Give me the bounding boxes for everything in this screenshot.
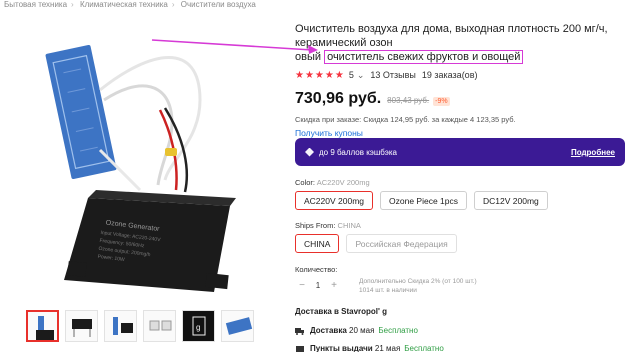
color-label-text: Color: xyxy=(295,178,316,187)
cashback-diamond-icon xyxy=(305,147,314,157)
delivery-date: 20 мая xyxy=(349,326,375,335)
breadcrumb-separator: › xyxy=(171,0,175,9)
delivery-label: Доставка xyxy=(310,326,347,335)
color-option[interactable]: AC220V 200mg xyxy=(295,191,374,210)
reviews-link[interactable]: 13 Отзывы xyxy=(370,70,415,80)
old-price: 803,43 руб. xyxy=(387,96,430,105)
breadcrumb-item[interactable]: Бытовая техника xyxy=(4,0,67,9)
chevron-down-icon[interactable]: ⌄ xyxy=(357,70,365,81)
thumbnail[interactable] xyxy=(143,310,176,342)
delivery-line: Доставка 20 мая Бесплатно xyxy=(295,326,418,335)
discount-badge: -9% xyxy=(433,97,450,106)
rating-row: ★★★★★ 5 ⌄ 13 Отзывы 19 заказа(ов) xyxy=(295,69,635,81)
cashback-text: до 9 баллов кэшбэка xyxy=(319,147,397,157)
quantity-minus-button[interactable]: − xyxy=(295,280,309,291)
pickup-label: Пункты выдачи xyxy=(310,344,373,352)
rating-stars: ★★★★★ xyxy=(295,69,345,81)
thumbnail[interactable]: g xyxy=(182,310,215,342)
color-option[interactable]: DC12V 200mg xyxy=(474,191,548,210)
pickup-date: 21 мая xyxy=(374,344,401,352)
orders-count: 19 заказа(ов) xyxy=(421,70,478,80)
quantity-label: Количество: xyxy=(295,265,338,274)
delivery-destination[interactable]: Доставка в Stavropol' g xyxy=(295,307,387,316)
product-title: Очиститель воздуха для дома, выходная пл… xyxy=(295,22,635,64)
ships-from-options: CHINA Российская Федерация xyxy=(295,234,457,253)
thumbnail[interactable] xyxy=(65,310,98,342)
svg-text:g: g xyxy=(196,323,200,332)
product-gallery[interactable]: Ozone Generator Input Voltage: AC220-240… xyxy=(0,30,282,296)
thumbnail[interactable] xyxy=(221,310,254,342)
ships-from-option[interactable]: CHINA xyxy=(295,234,340,253)
thumbnail[interactable] xyxy=(104,310,137,342)
thumbnail-strip: g xyxy=(26,310,254,342)
current-price: 730,96 руб. xyxy=(295,90,382,107)
color-options: AC220V 200mg Ozone Piece 1pcs DC12V 200m… xyxy=(295,191,548,210)
color-option[interactable]: Ozone Piece 1pcs xyxy=(380,191,467,210)
quantity-row: − 1 + Дополнительно Скидка 2% (от 100 шт… xyxy=(295,277,477,295)
quantity-plus-button[interactable]: + xyxy=(327,280,341,291)
product-info: Очиститель воздуха для дома, выходная пл… xyxy=(295,22,635,139)
thumbnail[interactable] xyxy=(26,310,59,342)
product-image[interactable]: Ozone Generator Input Voltage: AC220-240… xyxy=(0,30,282,296)
pickup-free: Бесплатно xyxy=(404,344,444,352)
breadcrumb-separator: › xyxy=(71,0,74,9)
breadcrumb-item[interactable]: Климатическая техника xyxy=(80,0,168,9)
price-row: 730,96 руб. 803,43 руб. -9% xyxy=(295,90,635,110)
ships-from-label: Ships From: CHINA xyxy=(295,221,361,230)
quantity-stepper: − 1 + xyxy=(295,277,355,293)
quantity-info: Дополнительно Скидка 2% (от 100 шт.) 101… xyxy=(359,277,477,295)
cashback-banner[interactable]: до 9 баллов кэшбэка Подробнее xyxy=(295,138,625,166)
ships-from-label-text: Ships From: xyxy=(295,221,336,230)
stock-count: 1014 шт. в наличии xyxy=(359,287,417,294)
ships-from-option[interactable]: Российская Федерация xyxy=(346,234,457,253)
title-line1: Очиститель воздуха для дома, выходная пл… xyxy=(295,23,608,49)
title-prefix: овый xyxy=(295,51,322,63)
delivery-free: Бесплатно xyxy=(378,326,418,335)
highlighted-title-fragment: очиститель свежих фруктов и овощей xyxy=(324,50,524,64)
cashback-more-link[interactable]: Подробнее xyxy=(571,148,615,157)
bulk-discount-text: Скидка при заказе: Скидка 124,95 руб. за… xyxy=(295,115,516,124)
breadcrumb-item[interactable]: Очистители воздуха xyxy=(181,0,256,9)
color-selected-value: AC220V 200mg xyxy=(316,178,370,187)
quantity-extra-discount: Дополнительно Скидка 2% (от 100 шт.) xyxy=(359,278,477,285)
color-label: Color: AC220V 200mg xyxy=(295,178,370,187)
pickup-line: Пункты выдачи 21 мая Бесплатно xyxy=(295,344,444,352)
rating-value: 5 xyxy=(348,70,354,80)
truck-icon xyxy=(295,327,304,335)
title-line2: овый очиститель свежих фруктов и овощей xyxy=(295,50,635,64)
quantity-input[interactable]: 1 xyxy=(309,281,327,290)
breadcrumb: Бытовая техника › Климатическая техника › … xyxy=(4,0,260,10)
ships-from-selected-value: CHINA xyxy=(337,221,361,230)
pickup-icon xyxy=(296,345,304,352)
